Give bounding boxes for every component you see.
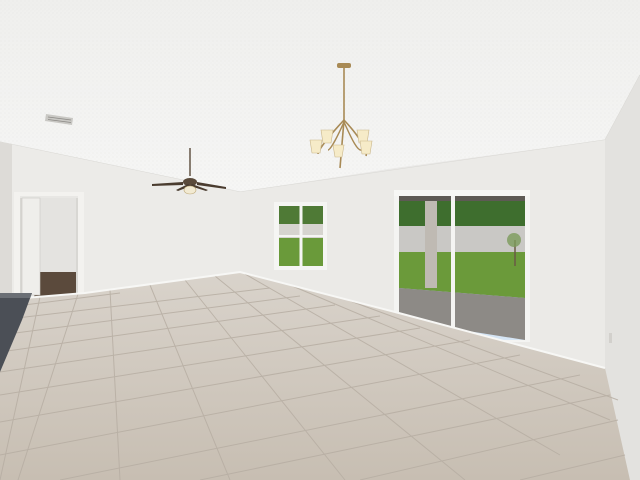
room-photo	[0, 0, 640, 480]
hallway-doorway	[14, 192, 84, 297]
window	[274, 202, 327, 270]
